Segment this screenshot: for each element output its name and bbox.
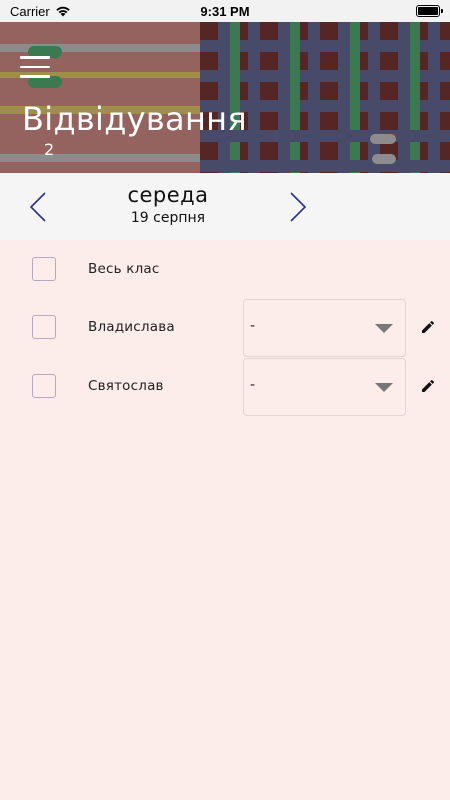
day-date: 19 серпня [130, 210, 206, 226]
caret-down-icon [375, 324, 393, 333]
status-bar: Carrier 9:31 PM [0, 0, 450, 22]
page-subtitle: 2 [44, 140, 55, 159]
list-item: Владислава - [0, 298, 450, 357]
pencil-icon[interactable] [420, 319, 436, 335]
pattern-pill-gray [370, 134, 396, 144]
wifi-icon [56, 6, 70, 17]
student-name: Владислава [88, 319, 175, 335]
pattern-pill-gray [372, 154, 396, 164]
all-class-row: Весь клас [0, 240, 450, 298]
header-pattern-right [200, 22, 450, 173]
attendance-status-select[interactable]: - [243, 358, 406, 416]
header-banner: Відвідування 2 [0, 22, 450, 173]
chevron-right-icon[interactable] [288, 191, 308, 223]
pencil-icon[interactable] [420, 378, 436, 394]
page-title: Відвідування [22, 100, 247, 138]
battery-icon [416, 5, 443, 17]
list-item: Святослав - [0, 357, 450, 416]
day-name: середа [127, 183, 209, 207]
hamburger-menu-icon[interactable] [20, 56, 50, 80]
header-pattern-left [0, 22, 200, 173]
select-value: - [250, 377, 256, 393]
all-class-label: Весь клас [88, 261, 160, 277]
carrier-group: Carrier [10, 4, 71, 19]
select-value: - [250, 318, 256, 334]
student-checkbox[interactable] [32, 315, 56, 339]
carrier-label: Carrier [10, 3, 50, 19]
student-name: Святослав [88, 378, 164, 394]
all-class-checkbox[interactable] [32, 257, 56, 281]
attendance-status-select[interactable]: - [243, 299, 406, 357]
student-checkbox[interactable] [32, 374, 56, 398]
caret-down-icon [375, 383, 393, 392]
date-navigator: середа 19 серпня [0, 173, 450, 240]
